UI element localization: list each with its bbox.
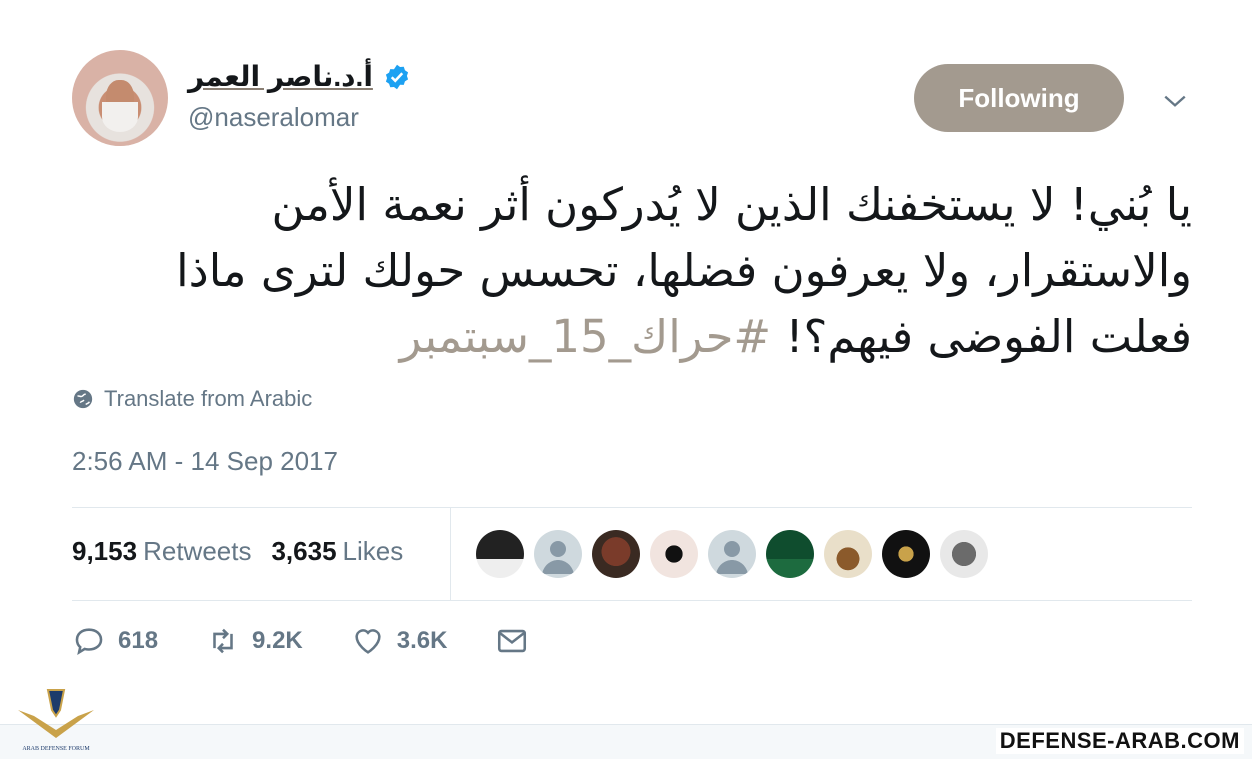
verified-badge-icon bbox=[385, 64, 409, 89]
translate-label: Translate from Arabic bbox=[104, 386, 313, 411]
liker-avatars bbox=[476, 530, 988, 578]
divider bbox=[72, 507, 1192, 508]
liker-avatar[interactable] bbox=[824, 530, 872, 578]
reply-icon bbox=[75, 628, 103, 655]
forum-logo-icon: ARAB DEFENSE FORUM bbox=[18, 689, 94, 752]
logo-text: ARAB DEFENSE FORUM bbox=[22, 746, 90, 752]
tweet-timestamp[interactable]: 2:56 AM - 14 Sep 2017 bbox=[72, 446, 338, 477]
translate-link[interactable]: Translate from Arabic bbox=[72, 386, 312, 412]
divider bbox=[72, 600, 1192, 601]
envelope-icon bbox=[498, 629, 527, 653]
liker-avatar[interactable] bbox=[708, 530, 756, 578]
user-name-row: أ.د.ناصر العمر bbox=[188, 60, 411, 93]
hashtag-link[interactable]: #حراك_15_سبتمبر bbox=[400, 310, 772, 363]
retweets-label: Retweets bbox=[143, 536, 252, 566]
heart-icon bbox=[355, 629, 381, 654]
liker-avatar[interactable] bbox=[534, 530, 582, 578]
default-avatar-icon bbox=[542, 541, 574, 574]
user-handle[interactable]: @naseralomar bbox=[188, 102, 359, 133]
likes-count: 3,635 bbox=[271, 536, 337, 566]
divider bbox=[450, 508, 451, 600]
like-count: 3.6K bbox=[396, 627, 448, 654]
following-button[interactable]: Following bbox=[914, 64, 1124, 132]
direct-message-button[interactable] bbox=[495, 624, 529, 658]
tweet-stats: 9,153 Retweets 3,635 Likes bbox=[72, 536, 403, 567]
likes-label: Likes bbox=[342, 536, 404, 566]
site-watermark: DEFENSE-ARAB.COM bbox=[995, 728, 1244, 754]
likes-stat[interactable]: 3,635 Likes bbox=[271, 536, 403, 567]
chevron-down-icon[interactable] bbox=[1162, 88, 1188, 114]
like-button[interactable]: 3.6K bbox=[351, 624, 448, 658]
liker-avatar[interactable] bbox=[650, 530, 698, 578]
tweet-text: يا بُني! لا يستخفنك الذين لا يُدركون أثر… bbox=[72, 172, 1192, 370]
liker-avatar[interactable] bbox=[592, 530, 640, 578]
retweets-count: 9,153 bbox=[72, 536, 138, 566]
retweet-button[interactable]: 9.2K bbox=[206, 624, 303, 658]
retweets-stat[interactable]: 9,153 Retweets bbox=[72, 536, 251, 567]
globe-icon bbox=[73, 389, 93, 409]
tweet-actions: 618 9.2K 3.6K bbox=[72, 624, 577, 658]
retweet-icon bbox=[213, 628, 233, 654]
avatar[interactable] bbox=[72, 50, 168, 146]
default-avatar-icon bbox=[716, 541, 748, 574]
reply-button[interactable]: 618 bbox=[72, 624, 158, 658]
avatar-beard bbox=[102, 102, 138, 132]
liker-avatar[interactable] bbox=[882, 530, 930, 578]
retweet-count: 9.2K bbox=[252, 627, 303, 654]
reply-count: 618 bbox=[118, 627, 159, 654]
liker-avatar[interactable] bbox=[940, 530, 988, 578]
liker-avatar[interactable] bbox=[476, 530, 524, 578]
display-name[interactable]: أ.د.ناصر العمر bbox=[188, 60, 373, 93]
liker-avatar[interactable] bbox=[766, 530, 814, 578]
